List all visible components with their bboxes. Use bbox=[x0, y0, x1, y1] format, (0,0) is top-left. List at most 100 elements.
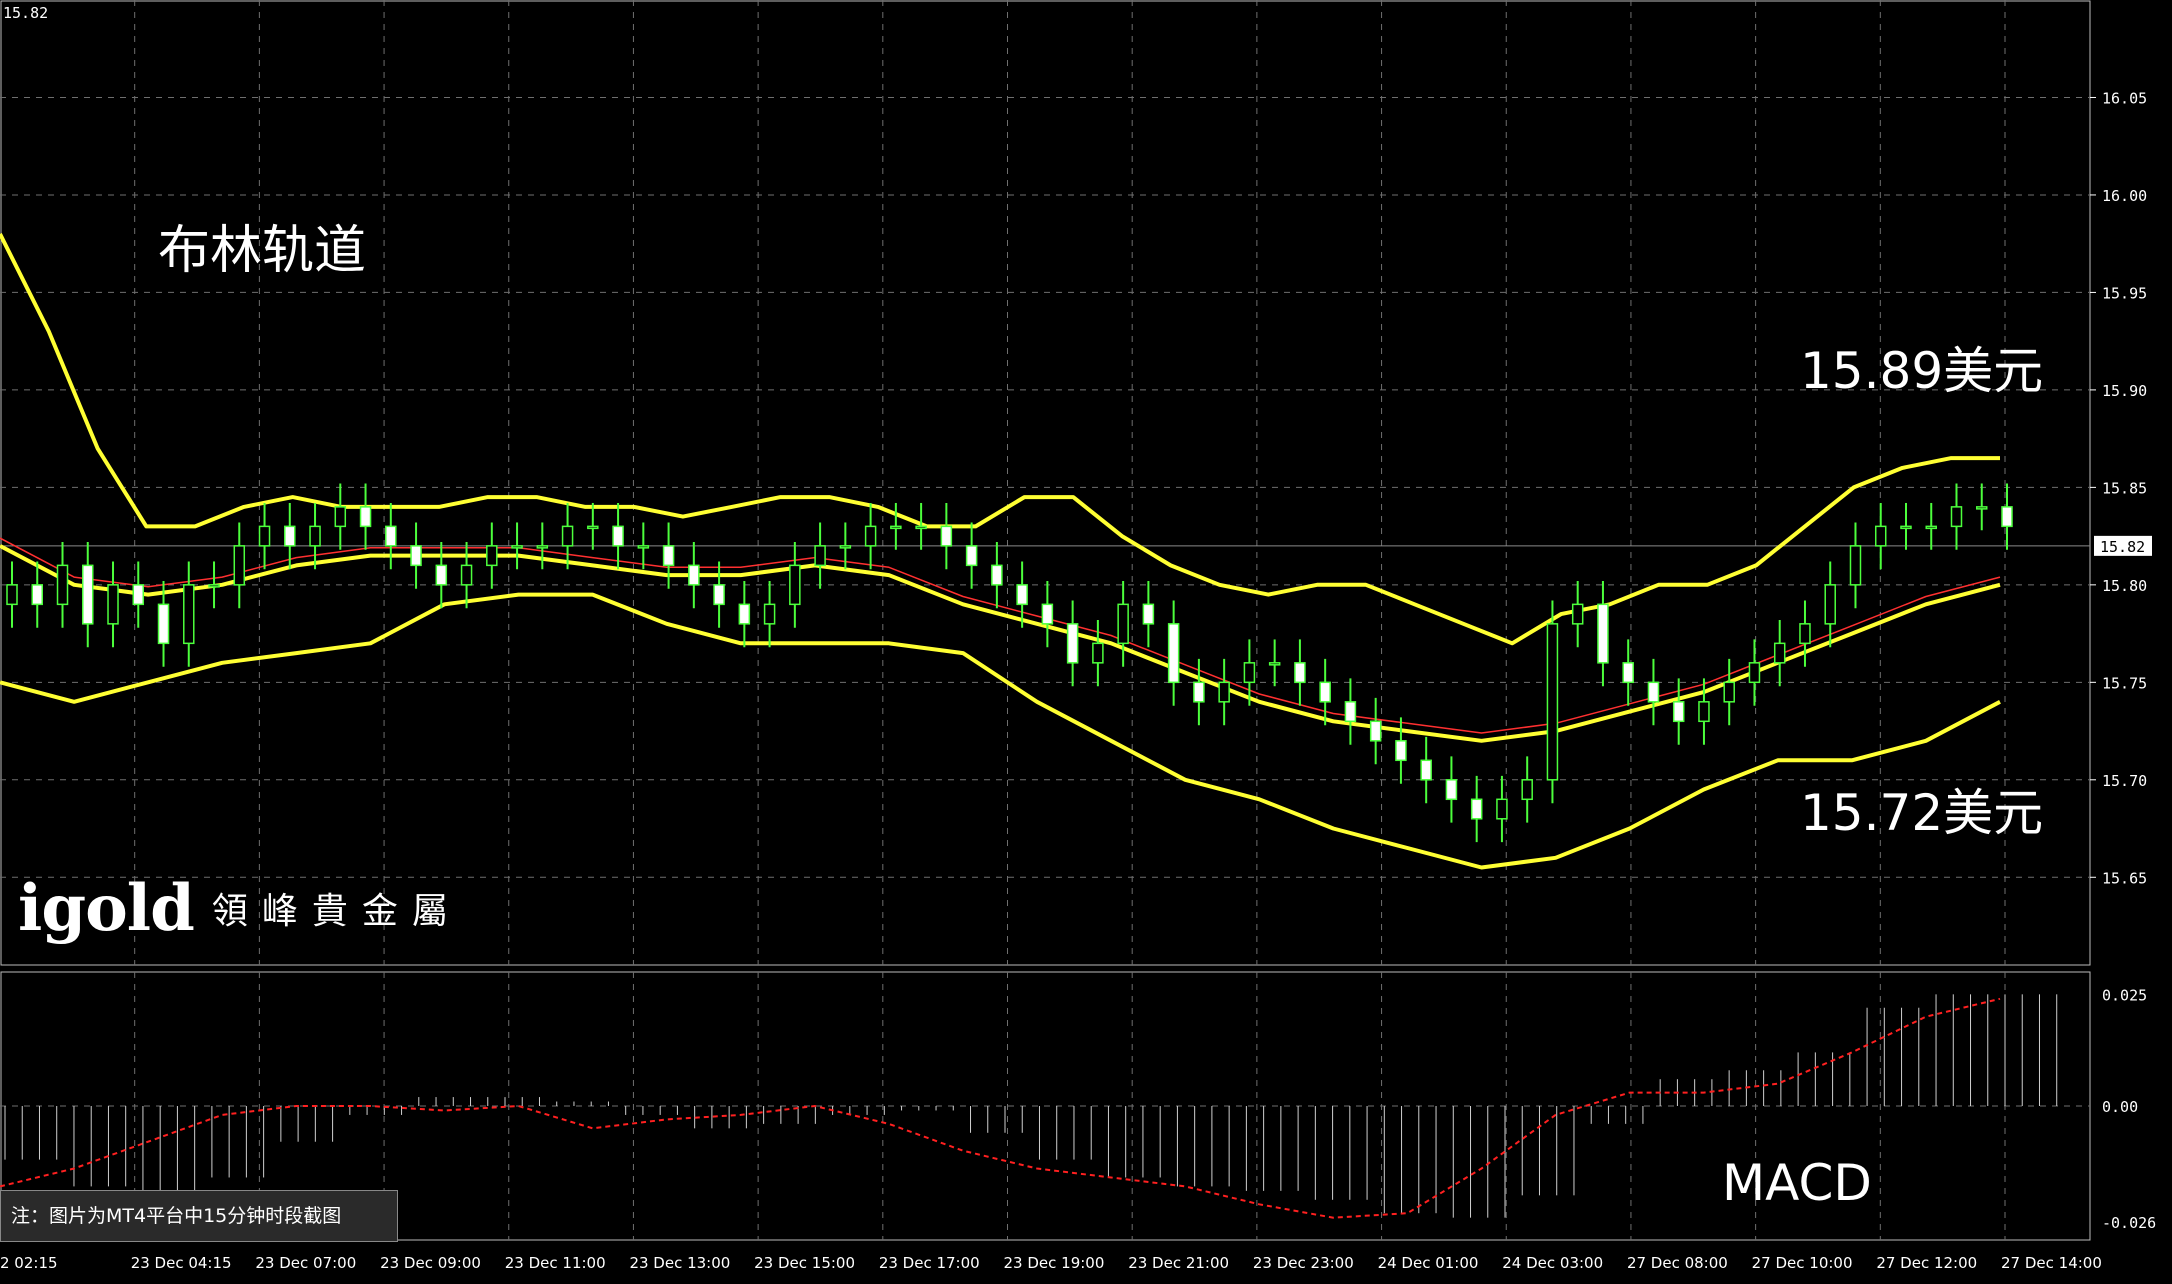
candle-body bbox=[1243, 662, 1256, 684]
y-tick-label: 15.70 bbox=[2102, 772, 2147, 790]
candle-body bbox=[940, 525, 953, 547]
candle-body bbox=[511, 545, 523, 549]
candle-body bbox=[536, 545, 549, 549]
y-tick-label: 15.80 bbox=[2102, 577, 2147, 595]
candle-body bbox=[132, 584, 145, 606]
candle-body bbox=[1395, 740, 1407, 762]
source-note: 注：图片为MT4平台中15分钟时段截图 bbox=[0, 1190, 398, 1242]
candle-body bbox=[1748, 662, 1761, 684]
x-tick-label: 23 Dec 04:15 bbox=[131, 1254, 232, 1272]
candle-body bbox=[637, 545, 650, 549]
candle-body bbox=[1546, 623, 1559, 781]
x-tick-label: 23 Dec 19:00 bbox=[1004, 1254, 1105, 1272]
candle-body bbox=[1142, 603, 1155, 625]
candle-body bbox=[107, 584, 119, 625]
candle-body bbox=[1445, 779, 1458, 801]
candle-body bbox=[410, 545, 422, 567]
y-tick-label: 15.95 bbox=[2102, 284, 2147, 302]
candle-body bbox=[1420, 759, 1432, 781]
candle-body bbox=[612, 525, 624, 547]
macd-tick-label: -0.026 bbox=[2102, 1214, 2156, 1232]
candle-body bbox=[713, 584, 725, 606]
candle-body bbox=[1092, 642, 1104, 664]
candle-body bbox=[763, 603, 776, 625]
logo-main: igold bbox=[18, 870, 195, 946]
x-tick-label: 27 Dec 12:00 bbox=[1876, 1254, 1977, 1272]
y-tick-label: 15.85 bbox=[2102, 479, 2147, 497]
chart-title: 布林轨道 bbox=[158, 221, 367, 281]
candle-body bbox=[1647, 681, 1660, 703]
candle-body bbox=[208, 584, 220, 588]
x-tick-label: 2 02:15 bbox=[0, 1254, 58, 1272]
y-tick-label: 16.05 bbox=[2102, 89, 2147, 107]
candle-body bbox=[284, 525, 296, 547]
candle-body bbox=[1193, 681, 1205, 703]
x-tick-label: 27 Dec 10:00 bbox=[1752, 1254, 1853, 1272]
candle-body bbox=[258, 525, 271, 547]
candle-body bbox=[1773, 642, 1786, 664]
candle-body bbox=[1975, 506, 1988, 510]
x-tick-label: 23 Dec 17:00 bbox=[879, 1254, 980, 1272]
x-tick-label: 23 Dec 07:00 bbox=[255, 1254, 356, 1272]
x-tick-label: 23 Dec 11:00 bbox=[505, 1254, 606, 1272]
candle-body bbox=[309, 525, 321, 547]
candle-body bbox=[1268, 662, 1281, 666]
candle-body bbox=[2001, 506, 2013, 528]
x-tick-label: 23 Dec 23:00 bbox=[1253, 1254, 1354, 1272]
candle-body bbox=[789, 564, 801, 606]
candle-body bbox=[1016, 584, 1028, 606]
candle-body bbox=[359, 506, 372, 528]
x-tick-label: 23 Dec 09:00 bbox=[380, 1254, 481, 1272]
macd-tick-label: 0.025 bbox=[2102, 986, 2147, 1004]
macd-signal-line bbox=[0, 997, 2001, 1219]
candle-body bbox=[1824, 584, 1836, 625]
candle-body bbox=[31, 584, 44, 606]
candle-body bbox=[1900, 525, 1912, 530]
y-tick-label: 16.00 bbox=[2102, 187, 2147, 205]
y-tick-label: 15.65 bbox=[2102, 869, 2147, 887]
candle-body bbox=[1698, 701, 1710, 723]
candle-body bbox=[183, 584, 195, 645]
candle-body bbox=[915, 525, 927, 530]
x-tick-label: 24 Dec 01:00 bbox=[1378, 1254, 1479, 1272]
bollinger-lower-line bbox=[0, 592, 2001, 870]
candle-body bbox=[662, 545, 675, 567]
candle-body bbox=[6, 584, 18, 606]
candle-body bbox=[1950, 506, 1963, 528]
candle-body bbox=[486, 545, 498, 567]
candle-body bbox=[1723, 681, 1735, 703]
candle-body bbox=[334, 506, 347, 528]
candle-body bbox=[1571, 603, 1584, 625]
candle-body bbox=[1874, 525, 1887, 547]
candle-body bbox=[1799, 623, 1811, 645]
x-tick-label: 27 Dec 14:00 bbox=[2001, 1254, 2102, 1272]
candle-body bbox=[991, 564, 1003, 586]
candle-body bbox=[1496, 798, 1508, 820]
candle-body bbox=[56, 564, 69, 606]
candle-body bbox=[157, 603, 170, 645]
bollinger-bands bbox=[0, 233, 2001, 870]
candle-body bbox=[435, 564, 448, 586]
candle-body bbox=[738, 603, 751, 625]
brand-logo: igold 領峰貴金屬 bbox=[18, 868, 462, 948]
macd-label: MACD bbox=[1722, 1154, 1872, 1212]
candle-body bbox=[233, 545, 246, 586]
candle-body bbox=[1319, 681, 1331, 703]
candle-body bbox=[839, 545, 852, 549]
candle-body bbox=[587, 525, 599, 530]
candle-body bbox=[1294, 662, 1306, 684]
candle-body bbox=[890, 525, 902, 530]
candle-body bbox=[1117, 603, 1129, 645]
candle-body bbox=[1672, 701, 1685, 723]
macd-tick-label: 0.00 bbox=[2102, 1098, 2138, 1116]
x-tick-label: 23 Dec 13:00 bbox=[629, 1254, 730, 1272]
candle-body bbox=[814, 545, 826, 567]
x-tick-label: 23 Dec 21:00 bbox=[1128, 1254, 1229, 1272]
y-tick-label: 15.90 bbox=[2102, 382, 2147, 400]
candle-body bbox=[561, 525, 574, 547]
candle-body bbox=[1041, 603, 1054, 625]
logo-sub: 領峰貴金屬 bbox=[211, 891, 462, 932]
candle-body bbox=[1167, 623, 1180, 684]
x-tick-label: 23 Dec 15:00 bbox=[754, 1254, 855, 1272]
candle-body bbox=[1622, 662, 1634, 684]
